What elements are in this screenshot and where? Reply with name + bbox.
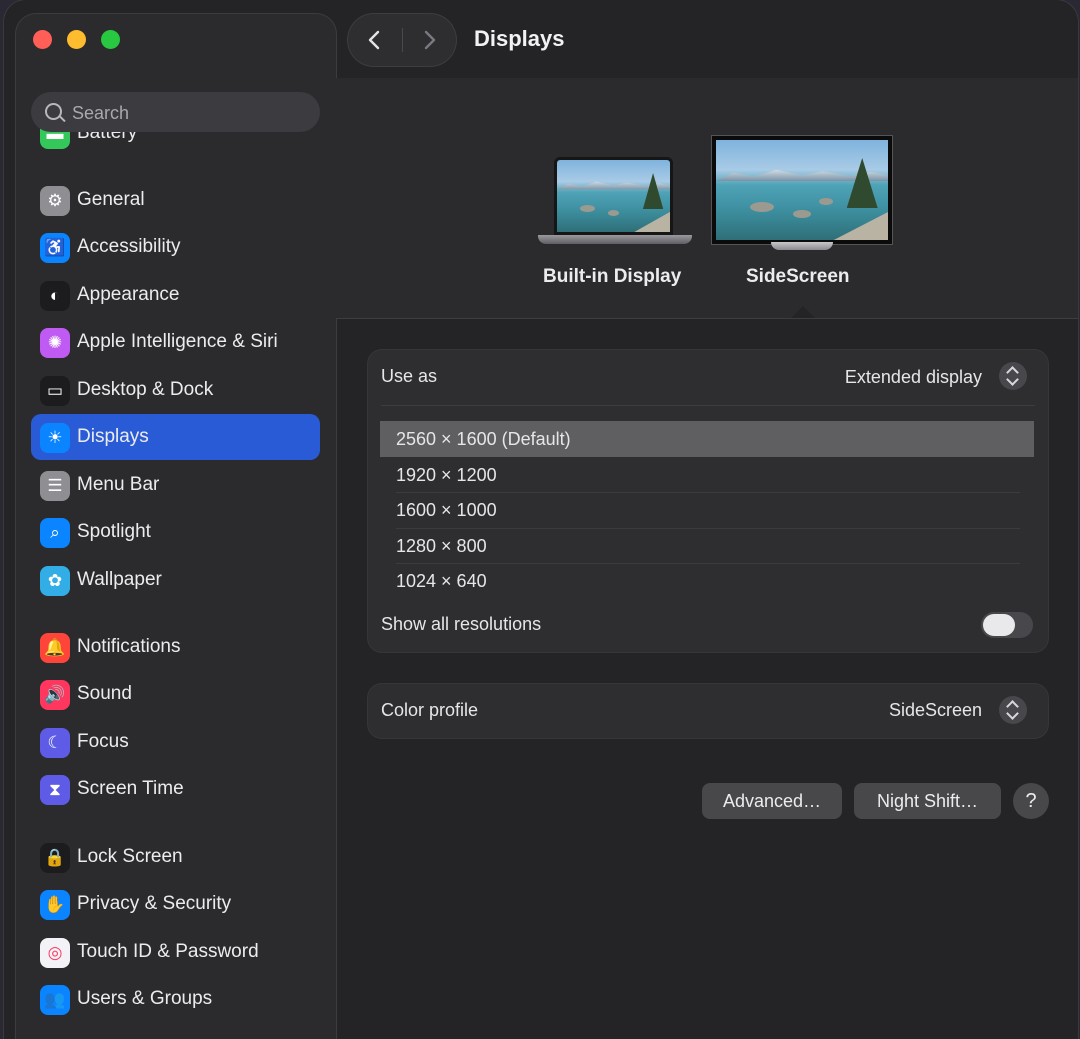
fingerprint-icon: ◎ [40, 938, 70, 968]
sidebar-item-label: Wallpaper [77, 569, 162, 590]
search-placeholder: Search [72, 103, 130, 123]
resolution-label: 1920 × 1200 [396, 464, 497, 485]
sidebar-item-spotlight[interactable]: ⌕ Spotlight [31, 509, 320, 555]
sidebar-item-screen-time[interactable]: ⧗ Screen Time [31, 766, 320, 812]
sidebar-item-notifications[interactable]: 🔔 Notifications [31, 624, 320, 670]
speaker-icon: 🔊 [40, 680, 70, 710]
back-icon[interactable] [362, 27, 388, 53]
sidebar-item-general[interactable]: ⚙ General [31, 177, 320, 223]
sidebar-item-wallpaper[interactable]: ✿ Wallpaper [31, 557, 320, 603]
accessibility-icon: ♿ [40, 233, 70, 263]
sidebar-item-touch-id-password[interactable]: ◎ Touch ID & Password [31, 929, 320, 975]
resolution-option[interactable]: 1280 × 800 [380, 528, 1034, 564]
resolution-option[interactable]: 1024 × 640 [380, 563, 1034, 599]
sidebar-item-appearance[interactable]: ◐ Appearance [31, 272, 320, 318]
resolution-option[interactable]: 1920 × 1200 [380, 457, 1034, 493]
search-icon [45, 103, 62, 120]
sidebar-item-lock-screen[interactable]: 🔒 Lock Screen [31, 834, 320, 880]
sidebar-item-label: Users & Groups [77, 988, 213, 1009]
zoom-button[interactable] [101, 30, 120, 49]
search-icon: ⌕ [40, 518, 70, 548]
resolution-separator [396, 527, 1020, 529]
sidebar-item-label: Privacy & Security [77, 893, 232, 914]
sidebar-item-displays[interactable]: ☀ Displays [31, 414, 320, 460]
moon-icon: ☾ [40, 728, 70, 758]
sidebar-item-menu-bar[interactable]: ☰ Menu Bar [31, 462, 320, 508]
appearance-icon: ◐ [40, 281, 70, 311]
sidebar-item-label: Accessibility [77, 236, 181, 257]
gear-icon: ⚙ [40, 186, 70, 216]
selection-caret [791, 306, 815, 318]
resolution-option[interactable]: 2560 × 1600 (Default) [380, 421, 1034, 457]
page-title: Displays [474, 26, 565, 51]
forward-icon[interactable] [416, 27, 442, 53]
sidebar-item-sound[interactable]: 🔊 Sound [31, 671, 320, 717]
dock-icon: ▭ [40, 376, 70, 406]
advanced-button[interactable]: Advanced… [702, 783, 842, 819]
minimize-button[interactable] [67, 30, 86, 49]
show-all-resolutions-label: Show all resolutions [381, 614, 542, 634]
use-as-popup[interactable]: Extended display [764, 367, 982, 388]
wallpaper-image [716, 140, 888, 240]
search-input[interactable]: Search [31, 92, 320, 132]
resolution-label: 1024 × 640 [396, 571, 487, 591]
sidescreen-display-label[interactable]: SideScreen [746, 266, 850, 288]
sidebar-item-label: Desktop & Dock [77, 379, 214, 400]
color-profile-stepper-icon[interactable] [999, 696, 1027, 724]
sidebar-item-label: Appearance [77, 284, 180, 305]
users-icon: 👥 [40, 985, 70, 1015]
divider [381, 405, 1035, 406]
nav-divider [402, 28, 403, 52]
lock-icon: 🔒 [40, 843, 70, 873]
resolution-separator [396, 563, 1020, 564]
wallpaper-image [557, 160, 670, 232]
resolution-label: 1600 × 1000 [396, 500, 497, 520]
bell-icon: 🔔 [40, 633, 70, 663]
sidebar-item-accessibility[interactable]: ♿ Accessibility [31, 224, 320, 270]
color-profile-label: Color profile [381, 700, 479, 720]
builtin-display-label[interactable]: Built-in Display [543, 266, 681, 288]
use-as-label: Use as [381, 366, 438, 386]
sidebar-item-label: Screen Time [77, 778, 184, 799]
sidebar-item-label: General [77, 189, 145, 210]
settings-window: ▬ Battery ⚙ General ♿ Accessibility ◐ Appearanc… [4, 0, 1078, 1039]
sidebar-item-label: Touch ID & Password [77, 941, 259, 962]
sidebar-item-label: Apple Intelligence & Siri [77, 331, 278, 352]
sidebar-item-apple-intelligence-siri[interactable]: ✺ Apple Intelligence & Siri [31, 319, 320, 365]
night-shift-button[interactable]: Night Shift… [854, 783, 1001, 819]
sidebar-item-label: Displays [77, 426, 149, 447]
sidebar-item-label: Notifications [77, 636, 181, 657]
sidebar-item-privacy-security[interactable]: ✋ Privacy & Security [31, 881, 320, 927]
sun-icon: ☀ [40, 423, 70, 453]
menubar-icon: ☰ [40, 471, 70, 501]
sidebar-item-label: Focus [77, 731, 129, 752]
nav-buttons [348, 14, 456, 66]
help-button[interactable]: ? [1013, 783, 1049, 819]
flower-icon: ✿ [40, 566, 70, 596]
resolution-label: 1280 × 800 [396, 535, 487, 556]
resolution-label: 2560 × 1600 (Default) [396, 429, 571, 449]
hourglass-icon: ⧗ [40, 775, 70, 805]
resolution-separator [396, 492, 1020, 493]
sidebar-item-label: Sound [77, 683, 132, 704]
sidebar-item-users-groups[interactable]: 👥 Users & Groups [31, 976, 320, 1022]
color-profile-popup[interactable]: SideScreen [784, 700, 982, 721]
toggle-knob [983, 614, 1015, 636]
sidebar-item-label: Lock Screen [77, 846, 183, 867]
display-arrangement [336, 78, 1078, 319]
use-as-stepper-icon[interactable] [999, 362, 1027, 390]
sidebar-item-label: Spotlight [77, 521, 151, 542]
sidebar-item-label: Menu Bar [77, 474, 160, 495]
show-all-resolutions-toggle[interactable] [981, 612, 1033, 638]
sidebar-item-focus[interactable]: ☾ Focus [31, 719, 320, 765]
hand-icon: ✋ [40, 890, 70, 920]
sidebar-item-desktop-dock[interactable]: ▭ Desktop & Dock [31, 367, 320, 413]
close-button[interactable] [33, 30, 52, 49]
siri-icon: ✺ [40, 328, 70, 358]
resolution-option[interactable]: 1600 × 1000 [380, 492, 1034, 528]
